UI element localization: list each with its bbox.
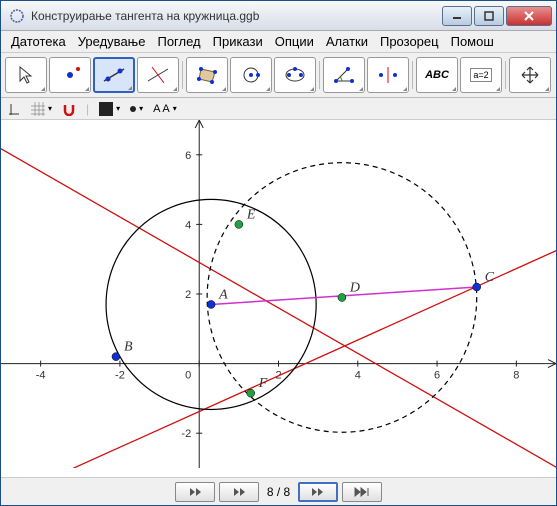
svg-text:6: 6 <box>185 150 191 162</box>
menu-help[interactable]: Помош <box>445 32 500 51</box>
move-icon <box>520 65 540 85</box>
menu-view[interactable]: Поглед <box>151 32 206 51</box>
app-window: Конструирање тангента на кружница.ggb Да… <box>0 0 557 506</box>
ellipse-icon <box>283 65 307 85</box>
nav-prev-button[interactable] <box>219 482 259 502</box>
point-style[interactable]: ▾ <box>130 104 143 113</box>
line-icon <box>102 65 126 85</box>
perpendicular-icon <box>146 65 170 85</box>
window-controls <box>440 6 552 26</box>
polygon-icon <box>195 65 219 85</box>
close-button[interactable] <box>506 6 552 26</box>
nav-first-button[interactable] <box>175 482 215 502</box>
nav-step-label: 8 / 8 <box>263 485 294 499</box>
tool-polygon[interactable] <box>186 57 228 93</box>
point-icon <box>58 65 82 85</box>
menubar: Датотека Уредување Поглед Прикази Опции … <box>1 31 556 53</box>
magnet-toggle[interactable] <box>62 102 76 116</box>
menu-file[interactable]: Датотека <box>5 32 72 51</box>
graphics-view[interactable]: -4-22468-22460ABCDEF <box>1 120 556 477</box>
svg-text:B: B <box>124 340 133 355</box>
reflect-icon <box>376 65 400 85</box>
label-style[interactable]: A A▾ <box>153 103 177 115</box>
tool-angle[interactable] <box>323 57 365 93</box>
slider-icon: a=2 <box>470 68 491 82</box>
style-bar: ▾ | ▾ ▾ A A▾ <box>1 98 556 120</box>
menu-edit[interactable]: Уредување <box>72 32 152 51</box>
main-toolbar: ABC a=2 <box>1 53 556 98</box>
tool-slider[interactable]: a=2 <box>460 57 502 93</box>
color-picker[interactable]: ▾ <box>99 102 120 116</box>
svg-text:E: E <box>246 207 256 222</box>
tool-text[interactable]: ABC <box>416 57 458 93</box>
svg-text:D: D <box>349 280 360 295</box>
svg-text:F: F <box>258 376 268 391</box>
svg-text:4: 4 <box>185 219 191 231</box>
menu-display[interactable]: Прикази <box>207 32 269 51</box>
svg-text:6: 6 <box>434 370 440 382</box>
tool-circle[interactable] <box>230 57 272 93</box>
menu-tools[interactable]: Алатки <box>320 32 374 51</box>
tool-point[interactable] <box>49 57 91 93</box>
svg-text:-2: -2 <box>115 370 125 382</box>
tool-pan[interactable] <box>509 57 551 93</box>
nav-last-button[interactable] <box>342 482 382 502</box>
tool-line[interactable] <box>93 57 135 93</box>
text-icon: ABC <box>425 69 449 81</box>
geometry-canvas[interactable]: -4-22468-22460ABCDEF <box>1 120 556 468</box>
circle-icon <box>239 65 263 85</box>
angle-icon <box>332 65 356 85</box>
axes-toggle[interactable] <box>7 102 21 116</box>
svg-text:8: 8 <box>513 370 519 382</box>
svg-text:2: 2 <box>185 289 191 301</box>
tool-perpendicular[interactable] <box>137 57 179 93</box>
nav-next-button[interactable] <box>298 482 338 502</box>
window-title: Конструирање тангента на кружница.ggb <box>31 9 440 23</box>
tool-move[interactable] <box>5 57 47 93</box>
titlebar[interactable]: Конструирање тангента на кружница.ggb <box>1 1 556 31</box>
svg-text:C: C <box>485 270 495 285</box>
tool-reflect[interactable] <box>367 57 409 93</box>
svg-text:-2: -2 <box>181 428 191 440</box>
svg-text:0: 0 <box>185 370 191 382</box>
menu-options[interactable]: Опции <box>269 32 320 51</box>
app-icon <box>9 8 25 24</box>
pointer-icon <box>16 65 36 85</box>
svg-text:-4: -4 <box>36 370 46 382</box>
construction-navigation: 8 / 8 <box>1 477 556 505</box>
grid-toggle[interactable]: ▾ <box>31 102 52 116</box>
svg-text:4: 4 <box>355 370 361 382</box>
menu-window[interactable]: Прозорец <box>374 32 445 51</box>
svg-text:A: A <box>218 287 228 302</box>
maximize-button[interactable] <box>474 6 504 26</box>
tool-conic[interactable] <box>274 57 316 93</box>
minimize-button[interactable] <box>442 6 472 26</box>
